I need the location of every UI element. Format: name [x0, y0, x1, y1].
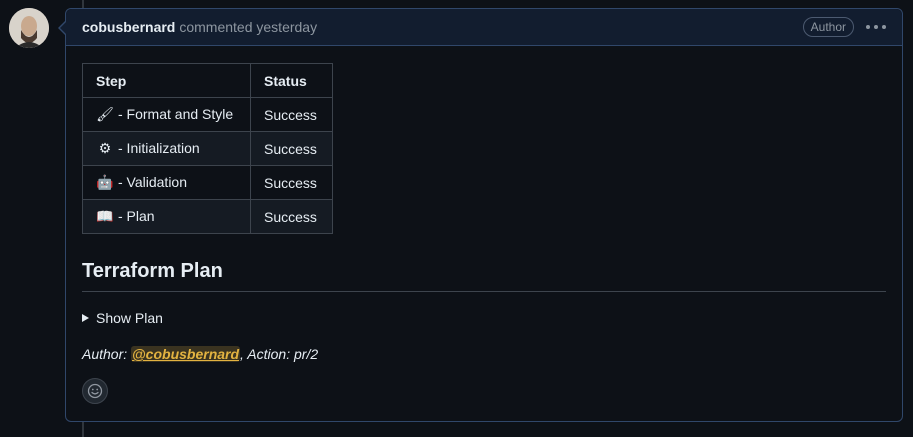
step-label: - Initialization: [118, 140, 200, 156]
step-label: - Plan: [118, 208, 155, 224]
author-action-line: Author: @cobusbernard, Action: pr/2: [82, 346, 886, 362]
table-row: 📖 - Plan Success: [82, 199, 333, 234]
robot-icon: 🤖: [96, 174, 114, 190]
comment-box: cobusbernard commented yesterday Author …: [58, 8, 903, 422]
table-row: ⚙ - Initialization Success: [82, 131, 333, 166]
avatar-image: [9, 8, 49, 48]
author-label: Author:: [82, 346, 132, 362]
step-label: - Format and Style: [118, 106, 234, 122]
kebab-horizontal-icon[interactable]: [866, 19, 886, 35]
action-text: , Action: pr/2: [240, 346, 319, 362]
status-cell: Success: [250, 199, 333, 234]
column-header-status: Status: [250, 63, 333, 98]
comment-header: cobusbernard commented yesterday Author: [66, 9, 902, 46]
show-plan-label: Show Plan: [96, 310, 163, 326]
show-plan-toggle[interactable]: Show Plan: [82, 310, 886, 326]
status-cell: Success: [250, 131, 333, 166]
table-header-row: Step Status: [82, 63, 333, 98]
table-row: 🤖 - Validation Success: [82, 165, 333, 200]
comment-timestamp[interactable]: commented yesterday: [179, 19, 317, 35]
status-cell: Success: [250, 97, 333, 132]
step-label: - Validation: [118, 174, 188, 190]
plan-heading: Terraform Plan: [82, 260, 886, 292]
smiley-icon: [87, 383, 103, 399]
disclosure-triangle-icon: [82, 314, 89, 322]
gear-icon: ⚙: [98, 140, 112, 156]
steps-table: Step Status 🖌 - Format and Style Success …: [82, 63, 333, 234]
comment-author-link[interactable]: cobusbernard: [82, 19, 175, 35]
user-mention-link[interactable]: @cobusbernard: [131, 346, 241, 362]
book-icon: 📖: [96, 208, 114, 224]
comment-body: Step Status 🖌 - Format and Style Success …: [66, 46, 902, 404]
paintbrush-icon: 🖌: [96, 106, 114, 122]
add-reaction-button[interactable]: [82, 378, 108, 404]
status-cell: Success: [250, 165, 333, 200]
avatar[interactable]: [9, 8, 49, 48]
table-row: 🖌 - Format and Style Success: [82, 97, 333, 132]
author-badge: Author: [802, 17, 854, 37]
column-header-step: Step: [82, 63, 251, 98]
